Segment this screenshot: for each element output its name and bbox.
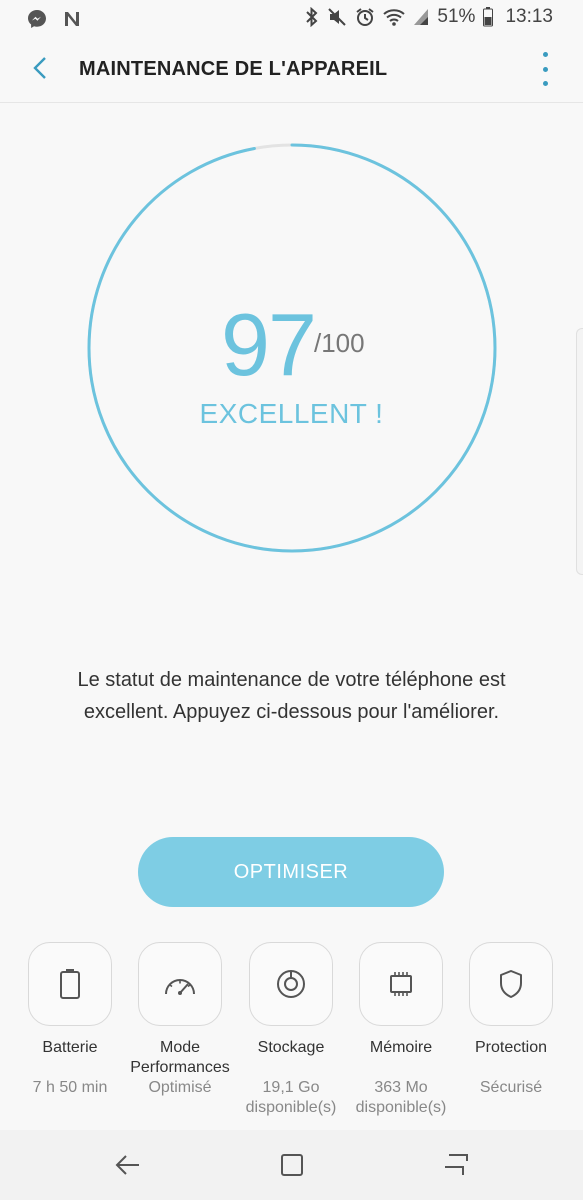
tile-battery[interactable]: Batterie 7 h 50 min [15, 942, 125, 1096]
navigation-bar [0, 1130, 583, 1200]
tile-protection[interactable]: Protection Sécurisé [456, 942, 566, 1096]
tile-label: Protection [474, 1039, 548, 1056]
nav-back-button[interactable] [110, 1150, 146, 1180]
tile-status: 19,1 Go disponible(s) [245, 1079, 337, 1116]
clock: 13:13 [505, 6, 553, 27]
back-button[interactable] [22, 50, 58, 86]
tile-icon-frame[interactable] [249, 942, 333, 1026]
shield-icon [500, 970, 522, 998]
nav-recents-button[interactable] [438, 1150, 474, 1180]
wifi-icon [383, 7, 406, 27]
messenger-icon [26, 8, 48, 30]
tile-label: Stockage [257, 1039, 325, 1056]
tile-icon-frame[interactable] [469, 942, 553, 1026]
status-description: Le statut de maintenance de votre téléph… [77, 669, 506, 723]
tile-status: 363 Mo disponible(s) [355, 1079, 447, 1116]
optimize-button[interactable]: OPTIMISER [138, 837, 444, 907]
more-options-button[interactable] [537, 52, 553, 86]
tile-status: 7 h 50 min [32, 1079, 108, 1096]
tile-label: Batterie [42, 1039, 98, 1056]
nav-home-button[interactable] [274, 1150, 310, 1180]
app-bar: MAINTENANCE DE L'APPAREIL [0, 36, 583, 103]
score-rating: EXCELLENT ! [199, 398, 384, 429]
battery-percent: 51% [437, 6, 476, 27]
score-max: /100 [314, 328, 365, 358]
tile-label: Mémoire [369, 1039, 433, 1056]
edge-panel-handle[interactable] [576, 328, 583, 575]
tile-status: Optimisé [148, 1079, 212, 1096]
page-title: MAINTENANCE DE L'APPAREIL [79, 58, 388, 80]
bluetooth-icon [305, 7, 319, 27]
battery-icon [60, 969, 80, 999]
tile-storage[interactable]: Stockage 19,1 Go disponible(s) [236, 942, 346, 1116]
battery-icon [483, 7, 494, 27]
storage-icon [277, 970, 305, 998]
memory-chip-icon [390, 972, 412, 996]
mute-icon [327, 7, 347, 27]
speedometer-icon [165, 979, 195, 995]
tile-performance-mode[interactable]: Mode Performances Optimisé [125, 942, 235, 1096]
tile-status: Sécurisé [479, 1079, 543, 1096]
tile-icon-frame[interactable] [138, 942, 222, 1026]
score-value: 97 [221, 295, 317, 394]
chevron-left-icon [33, 57, 46, 79]
tile-memory[interactable]: Mémoire 363 Mo disponible(s) [346, 942, 456, 1116]
status-bar: 51% 13:13 [0, 0, 583, 36]
tile-icon-frame[interactable] [28, 942, 112, 1026]
signal-icon [413, 8, 429, 26]
score-display: 97 /100 [0, 300, 583, 390]
more-vert-icon [542, 52, 548, 57]
tile-icon-frame[interactable] [359, 942, 443, 1026]
home-icon [281, 1154, 303, 1176]
nfc-icon [62, 9, 82, 29]
recents-icon [445, 1154, 468, 1175]
alarm-icon [355, 7, 375, 27]
tile-label: Mode Performances [130, 1039, 230, 1076]
back-icon [115, 1155, 139, 1175]
